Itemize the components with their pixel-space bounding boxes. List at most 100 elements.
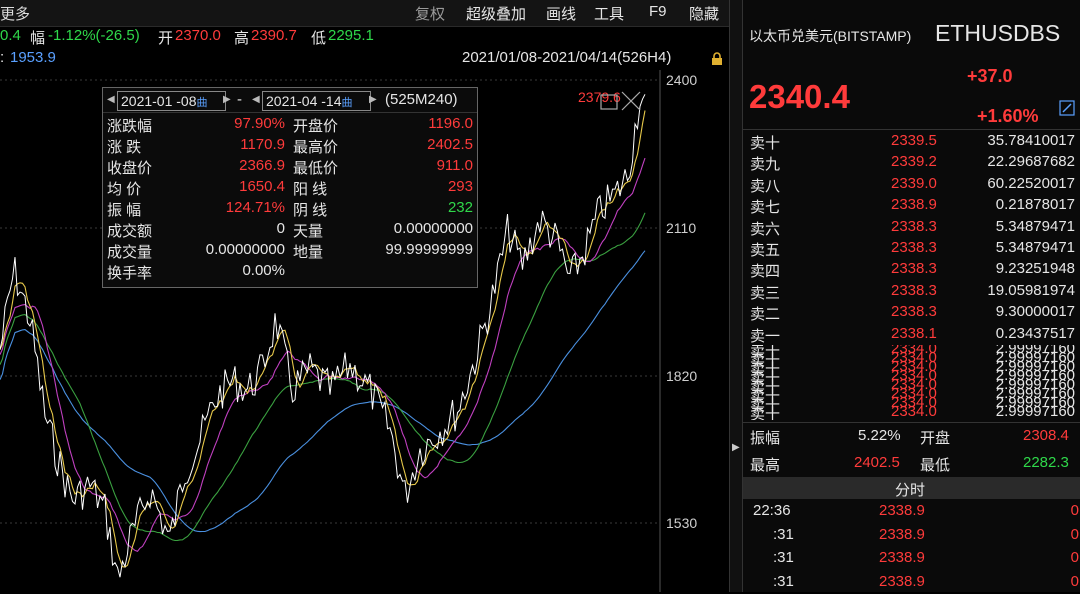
stat-value: 97.90% [234,115,285,132]
ma-blue-line [0,250,646,533]
ask-row[interactable]: 卖四 2338.3 9.23251948 [743,259,1080,280]
last-price: 2340.4 [749,78,850,115]
quote-panel: 以太币兑美元(BITSTAMP) ETHUSDBS 2340.4 +37.0 +… [742,0,1080,592]
high-low-row: 最高 2402.5 最低 2282.3 [750,454,1069,474]
stat-value: 1170.9 [240,136,285,153]
lock-icon[interactable] [710,52,724,66]
stat-row: 收盘价 2366.9 最低价 911.0 [103,157,477,178]
ask-qty: 60.22520017 [987,174,1075,192]
caret-right-icon[interactable]: ▶ [369,94,377,105]
panel-splitter[interactable]: ▶ [729,0,743,592]
stat-label: 换手率 [107,265,153,282]
period-label: (525M240) [385,91,458,108]
caret-right-icon[interactable]: ▶ [223,94,231,105]
stat-label: 天量 [293,223,324,240]
ask-row[interactable]: 卖八 2339.0 60.22520017 [743,174,1080,195]
ask-row[interactable]: 卖九 2339.2 22.29687682 [743,152,1080,173]
ask-row[interactable]: 卖七 2338.9 0.21878017 [743,195,1080,216]
ask-row[interactable]: 卖十 2339.5 35.78410017 [743,131,1080,152]
ask-price: 2338.3 [891,239,937,256]
ask-label: 卖八 [750,177,781,195]
tick-price: 2338.9 [879,549,925,566]
y-label-1530: 1530 [666,515,697,531]
stat-label: 振 幅 [107,202,142,219]
divider [743,422,1080,423]
stat-row: 成交额 0 天量 0.00000000 [103,220,477,241]
overlapped-cell: 2.99997160 [995,403,1075,420]
ask-row[interactable]: 卖六 2338.3 5.34879471 [743,217,1080,238]
ask-label: 卖四 [750,263,781,281]
stat-label: 涨 跌 [107,139,142,156]
ask-row[interactable]: 卖一 2338.1 0.23437517 [743,324,1080,345]
ask-qty: 5.34879471 [995,217,1075,235]
menu-draw-line[interactable]: 画线 [546,3,576,24]
change-label: 幅 [30,30,46,47]
ask-label: 卖十 [750,135,781,152]
menu-super-overlay[interactable]: 超级叠加 [466,3,526,24]
tick-row: :31 2338.9 0 [743,547,1080,570]
ask-qty: 19.05981974 [987,281,1075,299]
high-value: 2390.7 [251,27,297,44]
overlapped-cell: 卖十 [750,406,781,420]
ask-qty: 0.23437517 [995,324,1075,342]
divider [743,129,1080,130]
date-range-selector: ◀ 2021-01 -08曲 ▶ - ◀ 2021-04 -14曲 ▶ (525… [103,88,477,113]
caret-left-icon[interactable]: ◀ [252,94,260,105]
menu-tools[interactable]: 工具 [594,3,624,24]
cursor-price-label: 2379.6 [578,89,621,105]
tick-header[interactable]: 分时 [743,477,1080,499]
close-icon[interactable] [621,91,641,111]
y-label-2110: 2110 [666,220,696,236]
ask-price: 2339.0 [891,174,937,192]
tick-time: :31 [773,572,794,590]
edit-icon[interactable] [1059,100,1075,116]
ask-row[interactable]: 卖五 2338.3 5.34879471 [743,238,1080,259]
ask-price: 2338.3 [891,260,937,278]
ask-row[interactable]: 卖三 2338.3 19.05981974 [743,281,1080,302]
date-range: 2021/01/08-2021/04/14(526H4) [462,49,672,66]
menu-hide[interactable]: 隐藏 [689,3,719,24]
overlapped-cell: 2334.0 [891,403,937,420]
tick-price: 2338.9 [879,525,925,543]
stat-label: 成交量 [107,244,153,261]
stat-label: 阳 线 [293,181,328,198]
expand-arrow-icon[interactable]: ▶ [732,442,740,453]
menu-f9[interactable]: F9 [649,3,667,20]
stat-row: 成交量 0.00000000 地量 99.99999999 [103,241,477,262]
stat-value: 911.0 [436,157,473,174]
high-label: 高 [234,30,250,47]
ask-qty: 9.23251948 [995,260,1075,278]
tick-header-label: 分时 [895,482,926,499]
stat-value: 0.00% [242,262,285,279]
instrument-symbol: ETHUSDBS [935,20,1061,46]
stat-value: 293 [447,178,473,195]
tick-price: 2338.9 [879,572,925,590]
y-label-1820: 1820 [666,368,697,384]
stat-value: 232 [447,199,473,216]
menu-restore-rights[interactable]: 复权 [415,3,445,24]
start-date-input[interactable]: 2021-01 -08曲 [117,91,226,111]
overlapped-orders: 卖十 2334.0 2.99997160 卖十 2334.0 2.99997160 卖十 23… [743,345,1080,420]
stat-value: 0.00000000 [205,241,285,258]
interval-stats-panel: ◀ 2021-01 -08曲 ▶ - ◀ 2021-04 -14曲 ▶ (525… [102,87,478,288]
ask-row[interactable]: 卖二 2338.3 9.30000017 [743,302,1080,323]
tick-row: :31 2338.9 0 [743,524,1080,547]
stat-row: 换手率 0.00% [103,262,477,283]
stat-label: 地量 [293,244,324,261]
stat-row: 涨 跌 1170.9 最高价 2402.5 [103,136,477,157]
tick-row: 22:36 2338.9 0 [743,500,1080,523]
more-menu[interactable]: 更多 [0,3,30,24]
open-label: 开 [158,30,174,47]
stat-value: 1650.4 [239,178,285,195]
tick-price: 2338.9 [879,502,925,519]
ask-label: 卖九 [750,156,781,174]
ask-price: 2338.3 [891,281,937,299]
caret-left-icon[interactable]: ◀ [107,94,115,105]
tick-qty: 0 [1070,502,1079,519]
ask-qty: 5.34879471 [995,239,1075,256]
ma-value: 1953.9 [10,49,56,66]
tick-time: :31 [773,525,794,543]
ask-price: 2339.2 [891,153,937,171]
end-date-input[interactable]: 2021-04 -14曲 [262,91,371,111]
stat-value: 1196.0 [428,115,473,132]
